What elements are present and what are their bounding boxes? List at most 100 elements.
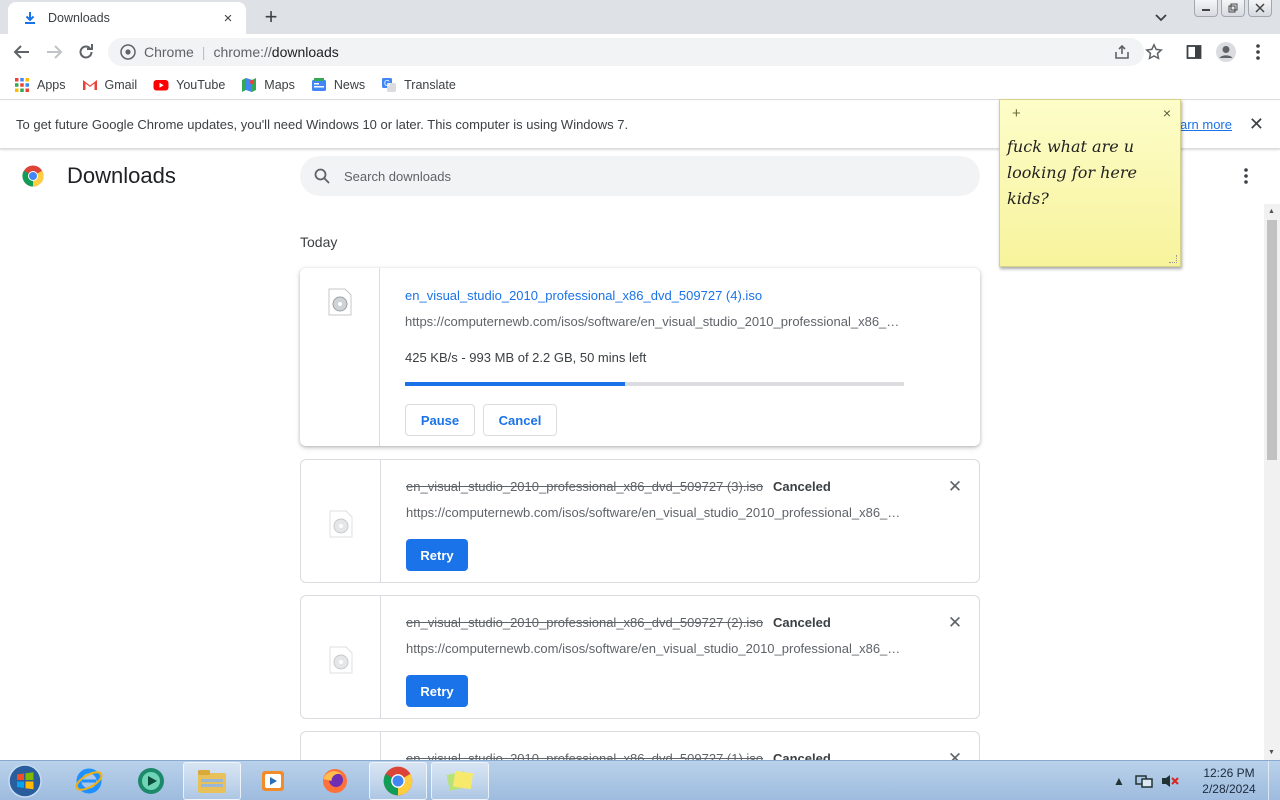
window-controls (1194, 0, 1272, 17)
download-status: Canceled (773, 615, 831, 630)
clock-date: 2/28/2024 (1202, 782, 1256, 796)
bookmark-label: Gmail (104, 77, 138, 92)
search-downloads[interactable] (300, 156, 980, 196)
taskbar-media-player[interactable] (244, 762, 302, 800)
page-title: Downloads (67, 163, 176, 188)
download-filename: en_visual_studio_2010_professional_x86_d… (406, 479, 764, 494)
download-filename-link[interactable]: en_visual_studio_2010_professional_x86_d… (405, 288, 762, 303)
bookmark-label: Apps (37, 77, 66, 92)
download-item: en_visual_studio_2010_professional_x86_d… (300, 595, 980, 719)
minimize-icon (1202, 9, 1210, 11)
news-icon (311, 77, 326, 91)
reload-button[interactable] (72, 38, 100, 66)
remove-download-icon[interactable]: ✕ (946, 477, 964, 497)
chrome-site-icon (120, 44, 136, 60)
reload-icon (79, 44, 93, 59)
windows-explorer-icon (198, 770, 226, 793)
taskbar-sticky-notes[interactable] (431, 762, 489, 800)
bookmark-label: Maps (264, 77, 295, 92)
bookmarks-bar: Apps Gmail YouTube Maps News G Translate (0, 70, 1280, 100)
scroll-down-icon[interactable]: ▼ (1268, 749, 1275, 756)
minimize-button[interactable] (1194, 0, 1218, 17)
download-progress-fill (405, 382, 625, 386)
bookmark-news[interactable]: News (311, 77, 365, 93)
download-progress-bar (405, 382, 904, 386)
share-button[interactable] (1110, 38, 1134, 66)
download-source-url[interactable]: https://computernewb.com/isos/software/e… (405, 314, 905, 329)
sticky-note[interactable]: + × fuck what are u looking for here kid… (999, 99, 1181, 267)
close-icon (1255, 3, 1265, 13)
taskbar-media-center[interactable] (122, 762, 180, 800)
bookmark-star-button[interactable] (1142, 38, 1166, 66)
bookmark-maps[interactable]: Maps (241, 77, 295, 93)
pause-button[interactable]: Pause (405, 404, 475, 436)
back-arrow-icon (13, 45, 29, 59)
bookmark-youtube[interactable]: YouTube (153, 77, 225, 93)
chrome-menu-button[interactable] (1246, 38, 1270, 66)
gmail-icon (82, 79, 97, 90)
sticky-add-icon[interactable]: + (1012, 105, 1021, 122)
youtube-icon (153, 79, 169, 90)
new-tab-button[interactable]: + (258, 4, 284, 30)
scrollbar-thumb[interactable] (1267, 220, 1277, 460)
scroll-up-icon[interactable]: ▲ (1268, 208, 1275, 215)
translate-icon: G (382, 77, 397, 92)
taskbar-windows-explorer[interactable] (183, 762, 241, 800)
download-item: en_visual_studio_2010_professional_x86_d… (300, 459, 980, 583)
firefox-icon (323, 769, 347, 793)
windows-media-player-icon (262, 771, 284, 791)
page-scrollbar[interactable]: ▲ ▼ (1264, 204, 1280, 760)
sticky-note-text[interactable]: fuck what are u looking for here kids? (1007, 134, 1177, 212)
restore-button[interactable] (1221, 0, 1245, 17)
taskbar-chrome[interactable] (369, 762, 427, 800)
search-icon (314, 168, 330, 184)
side-panel-button[interactable] (1182, 38, 1206, 66)
taskbar-firefox[interactable] (306, 762, 364, 800)
system-tray: ▲ 12:26 PM 2/28/2024 (1108, 761, 1280, 800)
download-source-url[interactable]: https://computernewb.com/isos/software/e… (406, 641, 906, 656)
download-source-url[interactable]: https://computernewb.com/isos/software/e… (406, 505, 906, 520)
forward-button[interactable] (40, 38, 68, 66)
resize-grip-icon[interactable] (1169, 255, 1177, 263)
sticky-notes-icon (446, 770, 474, 791)
downloads-menu-icon[interactable] (1236, 166, 1256, 186)
show-desktop-button[interactable] (1268, 761, 1280, 800)
tab-search-icon[interactable] (1150, 6, 1172, 28)
windows-taskbar: ▲ 12:26 PM 2/28/2024 (0, 760, 1280, 800)
download-progress-text: 425 KB/s - 993 MB of 2.2 GB, 50 mins lef… (405, 350, 647, 365)
address-bar[interactable]: Chrome | chrome://downloads (108, 38, 1144, 66)
disc-image-file-icon (329, 646, 353, 674)
download-icon (25, 12, 35, 24)
back-button[interactable] (8, 38, 36, 66)
taskbar-internet-explorer[interactable] (60, 762, 118, 800)
tab-close-icon[interactable]: × (220, 10, 236, 27)
bookmark-apps[interactable]: Apps (14, 77, 66, 93)
disc-image-file-icon (328, 288, 352, 316)
date-section-label: Today (300, 234, 338, 250)
bookmark-gmail[interactable]: Gmail (82, 77, 138, 93)
search-input[interactable] (344, 168, 904, 184)
close-window-button[interactable] (1248, 0, 1272, 17)
tab-title: Downloads (48, 11, 110, 25)
retry-button[interactable]: Retry (406, 539, 468, 571)
windows-start-icon[interactable] (5, 762, 45, 800)
side-panel-icon (1186, 45, 1202, 59)
download-filename: en_visual_studio_2010_professional_x86_d… (406, 615, 764, 630)
network-icon[interactable] (1134, 773, 1154, 789)
remove-download-icon[interactable]: ✕ (946, 613, 964, 633)
infobar-close-icon[interactable]: ✕ (1249, 114, 1264, 135)
retry-button[interactable]: Retry (406, 675, 468, 707)
volume-muted-icon[interactable] (1160, 773, 1180, 789)
chrome-logo-icon (22, 165, 44, 187)
cancel-button[interactable]: Cancel (483, 404, 557, 436)
star-icon (1145, 43, 1163, 60)
tab-downloads[interactable]: Downloads × (8, 2, 246, 34)
profile-button[interactable] (1214, 38, 1238, 66)
disc-image-file-icon (329, 510, 353, 538)
sticky-close-icon[interactable]: × (1163, 105, 1171, 121)
show-hidden-icons-icon[interactable]: ▲ (1108, 774, 1130, 788)
browser-toolbar: Chrome | chrome://downloads (0, 34, 1280, 70)
bookmark-translate[interactable]: G Translate (381, 77, 456, 93)
system-clock[interactable]: 12:26 PM 2/28/2024 (1194, 765, 1264, 797)
download-status: Canceled (773, 479, 831, 494)
